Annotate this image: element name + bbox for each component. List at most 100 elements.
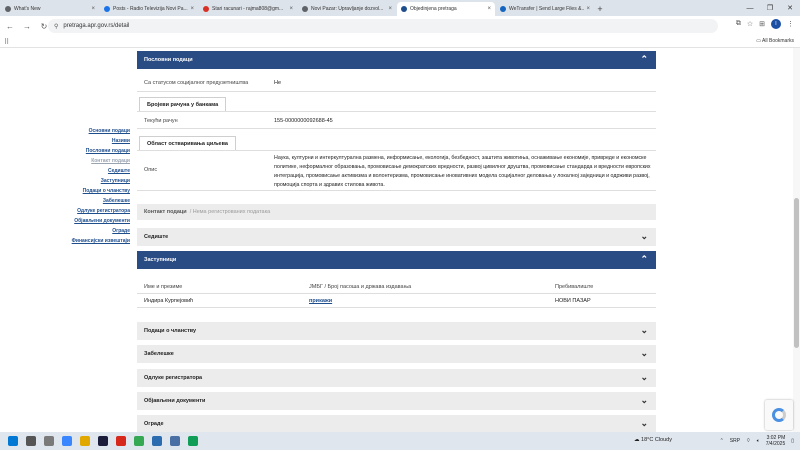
lang-indicator[interactable]: SRP — [730, 438, 740, 444]
page-scrollbar[interactable] — [793, 48, 800, 432]
scrollbar-thumb[interactable] — [794, 198, 799, 348]
tab-title: Posts - Radio Televizija Novi Pa... — [113, 6, 188, 12]
network-icon[interactable]: ⌔ — [746, 438, 751, 444]
browser-tab[interactable]: Posts - Radio Televizija Novi Pa... × — [100, 2, 198, 16]
tab-close-icon[interactable]: × — [487, 6, 491, 12]
weather-widget[interactable]: ☁ 18°C Cloudy — [634, 437, 672, 443]
tab-title: Objedinjena pretraga — [410, 6, 457, 12]
browser-tab[interactable]: WeTransfer | Send Large Files &... × — [496, 2, 594, 16]
representatives-table-header: Име и презиме ЈМБГ / Број пасоша и држав… — [137, 280, 656, 294]
address-bar[interactable]: ⚲ pretraga.apr.gov.rs/detail — [48, 19, 718, 33]
chevron-down-icon: ⌄ — [640, 325, 648, 335]
section-nav-link[interactable]: Седиште — [0, 166, 130, 176]
taskbar: ☁ 18°C Cloudy ⌃ SRP ⌔ 🔈︎ 3:02 PM 7/4/202… — [0, 432, 800, 450]
panel-seat-header[interactable]: Седиште ⌄ — [137, 228, 656, 246]
site-info-icon[interactable]: ⚲ — [54, 23, 58, 30]
browser-tab[interactable]: Novi Pazar: Upravljanje dozvol... × — [298, 2, 396, 16]
tab-label: Бројеви рачуна у банкама — [147, 101, 219, 108]
browser-tab[interactable]: What's New × — [1, 2, 99, 16]
weather-text: Cloudy — [654, 437, 672, 443]
app-icon[interactable] — [170, 436, 180, 446]
app-icon[interactable] — [98, 436, 108, 446]
panel-notes-header[interactable]: Забелешке ⌄ — [137, 345, 656, 363]
tab-bank-accounts[interactable]: Бројеви рачуна у банкама — [139, 97, 227, 111]
rep-residence: НОВИ ПАЗАР — [555, 298, 591, 304]
apps-grid-icon[interactable]: ⠿ — [4, 38, 9, 46]
notifications-icon[interactable]: ▯ — [791, 438, 794, 444]
chevron-down-icon: ⌄ — [640, 395, 648, 405]
contact-empty-note: / Нема регистрованих података — [189, 209, 271, 215]
tab-close-icon[interactable]: × — [289, 6, 293, 12]
section-nav-link[interactable]: Контакт подаци — [0, 156, 130, 166]
chevron-down-icon: ⌄ — [640, 348, 648, 358]
bookmarks-bar: ⠿ ▭ All Bookmarks — [0, 36, 800, 48]
panel-title: Одлуке регистратора — [144, 375, 203, 381]
section-nav-link[interactable]: Називи — [0, 136, 130, 146]
section-nav-link[interactable]: Финансијски извештаји — [0, 236, 130, 246]
menu-icon[interactable]: ⋮ — [787, 20, 794, 28]
back-icon[interactable]: ← — [3, 19, 17, 33]
profile-avatar[interactable]: I — [771, 19, 781, 29]
social-enterprise-value: Не — [274, 80, 282, 86]
panel-title: Подаци о чланству — [144, 328, 197, 334]
start-icon[interactable] — [8, 436, 18, 446]
clock[interactable]: 3:02 PM 7/4/2025 — [766, 435, 785, 447]
panel-title: Заступници — [144, 257, 177, 263]
tab-close-icon[interactable]: × — [388, 6, 392, 12]
panel-representatives-header[interactable]: Заступници ⌃ — [137, 251, 656, 269]
tab-close-icon[interactable]: × — [190, 6, 194, 12]
edge-icon[interactable] — [188, 436, 198, 446]
system-tray: ⌃ SRP ⌔ 🔈︎ 3:02 PM 7/4/2025 ▯ — [720, 432, 794, 450]
install-icon[interactable]: ⧉ — [736, 20, 741, 28]
maximize-icon[interactable]: ❐ — [760, 0, 780, 16]
tab-goal-areas[interactable]: Област остваривања циљева — [139, 136, 236, 150]
chevron-down-icon: ⌄ — [640, 418, 648, 428]
tab-label: Област остваривања циљева — [147, 140, 228, 147]
section-nav-link[interactable]: Основни подаци — [0, 126, 130, 136]
section-nav-link[interactable]: Ограде — [0, 226, 130, 236]
tab-strip: What's New × Posts - Radio Televizija Novi… — [0, 0, 800, 16]
forward-icon[interactable]: → — [20, 19, 34, 33]
close-window-icon[interactable]: ✕ — [780, 0, 800, 16]
section-nav-link[interactable]: Пословни подаци — [0, 146, 130, 156]
browser-tab[interactable]: Objedinjena pretraga × — [397, 2, 495, 16]
recaptcha-badge[interactable] — [765, 400, 793, 430]
volume-icon[interactable]: 🔈︎ — [757, 438, 760, 444]
new-tab-button[interactable]: + — [594, 2, 606, 16]
tab-favicon-icon — [302, 6, 308, 12]
panel-decisions-header[interactable]: Одлуке регистратора ⌄ — [137, 369, 656, 387]
chevron-up-icon[interactable]: ⌃ — [720, 438, 724, 444]
minimize-icon[interactable]: — — [740, 0, 760, 16]
divider — [137, 111, 656, 112]
section-nav-link[interactable]: Објављени документи — [0, 216, 130, 226]
task-view-icon[interactable] — [44, 436, 54, 446]
file-explorer-icon[interactable] — [80, 436, 90, 446]
show-id-link[interactable]: прикажи — [309, 298, 332, 304]
opera-icon[interactable] — [116, 436, 126, 446]
section-nav-link[interactable]: Забелешке — [0, 196, 130, 206]
section-nav-link[interactable]: Одлуке регистратора — [0, 206, 130, 216]
section-nav-link[interactable]: Заступници — [0, 176, 130, 186]
search-icon[interactable] — [26, 436, 36, 446]
panel-documents-header[interactable]: Објављени документи ⌄ — [137, 392, 656, 410]
tab-close-icon[interactable]: × — [91, 6, 95, 12]
section-nav-link[interactable]: Подаци о чланству — [0, 186, 130, 196]
tab-title: Stari racunari - rajma808@gm... — [212, 6, 284, 12]
all-bookmarks-button[interactable]: ▭ All Bookmarks — [756, 38, 794, 44]
app-icon[interactable] — [152, 436, 162, 446]
panel-membership-header[interactable]: Подаци о чланству ⌄ — [137, 322, 656, 340]
weather-temp: 18°C — [641, 437, 654, 443]
rep-name: Индира Курпејовић — [144, 298, 194, 304]
panel-restrictions-header[interactable]: Ограде ⌄ — [137, 415, 656, 432]
tab-title: What's New — [14, 6, 41, 12]
browser-tab[interactable]: Stari racunari - rajma808@gm... × — [199, 2, 297, 16]
chevron-up-icon: ⌃ — [640, 254, 648, 264]
widgets-icon[interactable] — [62, 436, 72, 446]
chevron-up-icon: ⌃ — [640, 54, 648, 64]
extensions-icon[interactable]: ⊞ — [759, 20, 765, 28]
account-row: Текући рачун 155-0000000092688-45 — [137, 113, 656, 129]
chrome-icon[interactable] — [134, 436, 144, 446]
bookmark-star-icon[interactable]: ☆ — [747, 20, 753, 28]
tab-close-icon[interactable]: × — [586, 6, 590, 12]
panel-business-header[interactable]: Пословни подаци ⌃ — [137, 51, 656, 69]
